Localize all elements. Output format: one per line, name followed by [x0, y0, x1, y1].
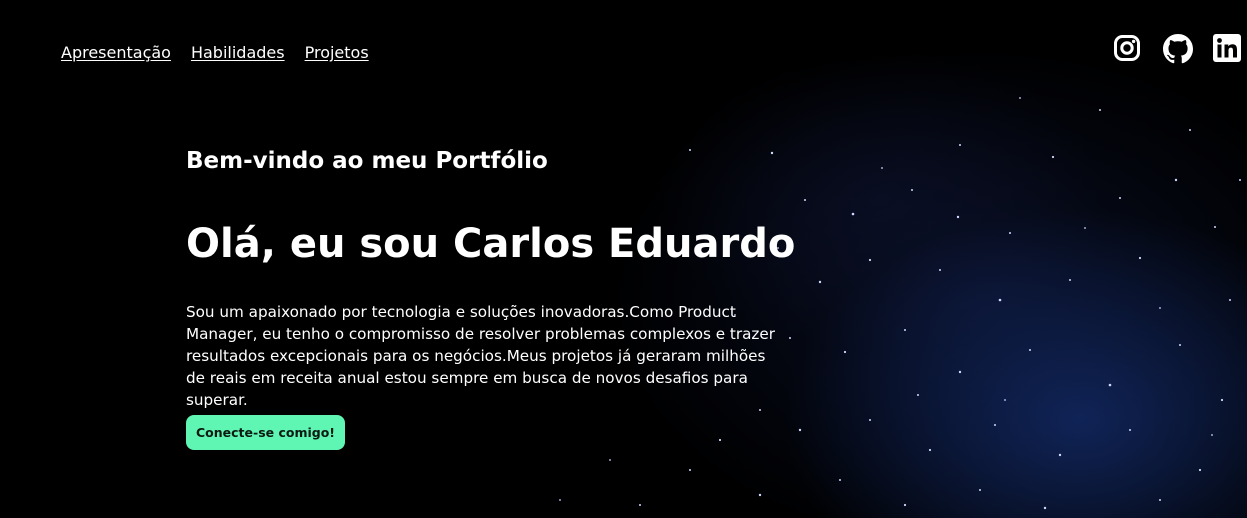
intro-paragraph: Sou um apaixonado por tecnologia e soluç…: [186, 303, 775, 409]
main-nav: Apresentação Habilidades Projetos: [61, 43, 369, 63]
portfolio-page: Apresentação Habilidades Projetos Bem-vi…: [0, 0, 1247, 518]
nav-link-projetos[interactable]: Projetos: [305, 43, 369, 63]
page-title: Olá, eu sou Carlos Eduardo: [186, 221, 796, 267]
welcome-subtitle: Bem-vindo ao meu Portfólio: [186, 148, 548, 174]
nav-link-habilidades[interactable]: Habilidades: [191, 43, 285, 63]
hero-section: Bem-vindo ao meu Portfólio Olá, eu sou C…: [186, 146, 795, 450]
linkedin-icon[interactable]: [1213, 34, 1241, 62]
nav-link-apresentacao[interactable]: Apresentação: [61, 43, 171, 63]
instagram-icon[interactable]: [1113, 34, 1141, 62]
connect-button[interactable]: Conecte-se comigo!: [186, 415, 346, 450]
github-icon[interactable]: [1163, 34, 1193, 64]
social-links: [1113, 34, 1241, 64]
